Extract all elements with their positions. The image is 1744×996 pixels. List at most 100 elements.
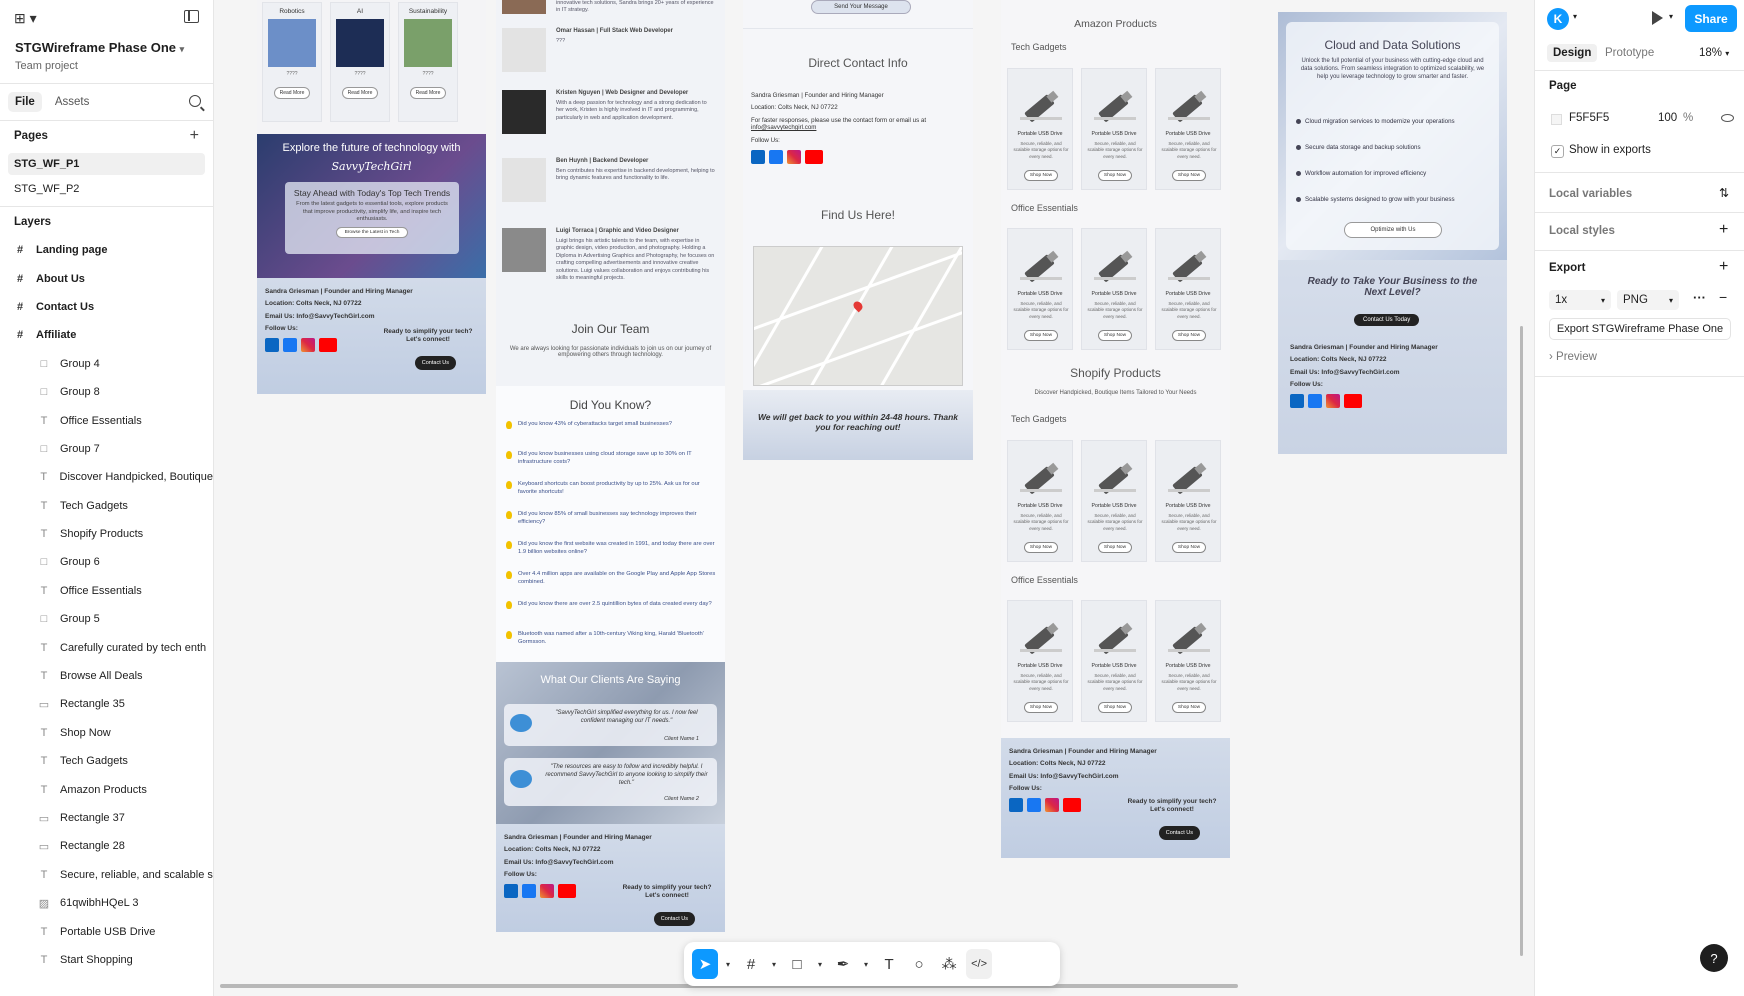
shop-now-button[interactable]: Shop Now [1098,702,1132,713]
zoom-level[interactable]: 18% ▾ [1699,47,1729,59]
add-export-icon[interactable]: + [1719,258,1728,276]
chevron-down-icon[interactable]: ▾ [722,949,734,979]
layer-item[interactable]: ▭ Rectangle 28 [0,832,213,860]
layer-item[interactable]: ▭ Rectangle 37 [0,804,213,832]
shop-now-button[interactable]: Shop Now [1098,542,1132,553]
read-more-button[interactable]: Read More [274,87,310,99]
product-card[interactable]: Portable USB Drive Secure, reliable, and … [1081,68,1147,190]
optimize-button[interactable]: Optimize with Us [1344,222,1442,238]
tab-design[interactable]: Design [1547,44,1598,62]
youtube-icon[interactable] [558,884,576,899]
show-in-exports-checkbox[interactable]: ✓ [1551,145,1564,158]
product-card[interactable]: Portable USB Drive Secure, reliable, and … [1007,600,1073,722]
product-card[interactable]: Portable USB Drive Secure, reliable, and … [1007,228,1073,350]
pen-tool-icon[interactable]: ✒ [830,949,856,979]
add-style-icon[interactable]: + [1719,221,1728,239]
chevron-down-icon[interactable]: ▾ [1573,12,1577,21]
product-card[interactable]: Portable USB Drive Secure, reliable, and … [1155,600,1221,722]
facebook-icon[interactable] [769,150,783,165]
product-card[interactable]: Portable USB Drive Secure, reliable, and … [1007,440,1073,562]
layer-item[interactable]: T Portable USB Drive [0,917,213,945]
layer-item[interactable]: T Carefully curated by tech enth [0,633,213,661]
preview-toggle[interactable]: › Preview [1549,351,1597,363]
layer-item[interactable]: ▨ 61qwibhHQeL 3 [0,889,213,917]
contact-today-button[interactable]: Contact Us Today [1354,314,1420,326]
linkedin-icon[interactable] [1009,798,1023,813]
linkedin-icon[interactable] [504,884,518,899]
shop-now-button[interactable]: Shop Now [1172,170,1206,181]
layer-item[interactable]: T Browse All Deals [0,662,213,690]
contact-email-link[interactable]: info@savvytechgirl.com [751,124,816,131]
shop-now-button[interactable]: Shop Now [1024,330,1058,341]
page-item[interactable]: STG_WF_P2 [8,178,205,200]
linkedin-icon[interactable] [751,150,765,165]
map[interactable] [753,246,963,386]
frame-services[interactable]: Cloud and Data Solutions Unlock the full… [1278,12,1507,454]
export-button[interactable]: Export STGWireframe Phase One [1549,318,1731,340]
local-variables-label[interactable]: Local variables [1549,188,1632,200]
variables-icon[interactable]: ⇅ [1719,186,1729,200]
footer-email[interactable]: Email Us: Info@SavvyTechGirl.com [265,313,375,320]
avatar[interactable]: K [1547,8,1569,30]
footer-email[interactable]: Email Us: Info@SavvyTechGirl.com [1009,773,1119,780]
instagram-icon[interactable] [1045,798,1059,813]
add-page-icon[interactable]: + [190,127,199,145]
layer-item[interactable]: # Affiliate [0,321,213,349]
chevron-down-icon[interactable]: ▾ [814,949,826,979]
layer-item[interactable]: □ Group 7 [0,435,213,463]
read-more-button[interactable]: Read More [410,87,446,99]
chevron-down-icon[interactable]: ▾ [768,949,780,979]
product-card[interactable]: Portable USB Drive Secure, reliable, and … [1155,228,1221,350]
comment-tool-icon[interactable]: ○ [906,949,932,979]
facebook-icon[interactable] [522,884,536,899]
shop-now-button[interactable]: Shop Now [1024,542,1058,553]
tab-assets[interactable]: Assets [48,92,97,112]
shop-now-button[interactable]: Shop Now [1098,170,1132,181]
layer-item[interactable]: T Discover Handpicked, Boutique [0,463,213,491]
contact-us-button[interactable]: Contact Us [653,912,695,927]
search-icon[interactable] [189,95,201,107]
read-more-button[interactable]: Read More [342,87,378,99]
shop-now-button[interactable]: Shop Now [1024,170,1058,181]
share-button[interactable]: Share [1685,5,1737,32]
tab-prototype[interactable]: Prototype [1605,47,1654,59]
layer-item[interactable]: □ Group 6 [0,548,213,576]
page-opacity-input[interactable]: 100 [1658,112,1677,124]
layer-item[interactable]: # About Us [0,264,213,292]
help-button[interactable]: ? [1700,944,1728,972]
linkedin-icon[interactable] [265,338,279,353]
youtube-icon[interactable] [805,150,823,165]
layer-item[interactable]: T Office Essentials [0,577,213,605]
instagram-icon[interactable] [787,150,801,165]
eye-icon[interactable] [1721,114,1734,122]
chevron-down-icon[interactable]: ▾ [1669,12,1673,21]
instagram-icon[interactable] [301,338,315,353]
youtube-icon[interactable] [1344,394,1362,409]
send-message-button[interactable]: Send Your Message [811,0,911,14]
layer-item[interactable]: T Office Essentials [0,406,213,434]
product-card[interactable]: Portable USB Drive Secure, reliable, and … [1081,228,1147,350]
chevron-down-icon[interactable]: ▾ [860,949,872,979]
figma-menu-icon[interactable]: ⊞ ▾ [14,10,37,27]
hero-cta-button[interactable]: Browse the Latest in Tech [336,226,408,238]
footer-email[interactable]: Email Us: Info@SavvyTechGirl.com [504,859,614,866]
layer-item[interactable]: T Start Shopping [0,946,213,974]
page-item[interactable]: STG_WF_P1 [8,153,205,175]
layer-item[interactable]: T Shop Now [0,719,213,747]
components-tool-icon[interactable]: ⁂ [936,949,962,979]
layer-item[interactable]: □ Group 5 [0,605,213,633]
layer-item[interactable]: □ Group 4 [0,350,213,378]
shop-now-button[interactable]: Shop Now [1172,702,1206,713]
shop-now-button[interactable]: Shop Now [1172,542,1206,553]
facebook-icon[interactable] [1308,394,1322,409]
rectangle-tool-icon[interactable]: □ [784,949,810,979]
product-card[interactable]: Portable USB Drive Secure, reliable, and … [1155,68,1221,190]
frame-tool-icon[interactable]: # [738,949,764,979]
page-color-input[interactable]: F5F5F5 [1569,112,1609,124]
youtube-icon[interactable] [319,338,337,353]
footer-email[interactable]: Email Us: Info@SavvyTechGirl.com [1290,367,1438,379]
layer-item[interactable]: T Shopify Products [0,520,213,548]
instagram-icon[interactable] [1326,394,1340,409]
text-tool-icon[interactable]: T [876,949,902,979]
instagram-icon[interactable] [540,884,554,899]
